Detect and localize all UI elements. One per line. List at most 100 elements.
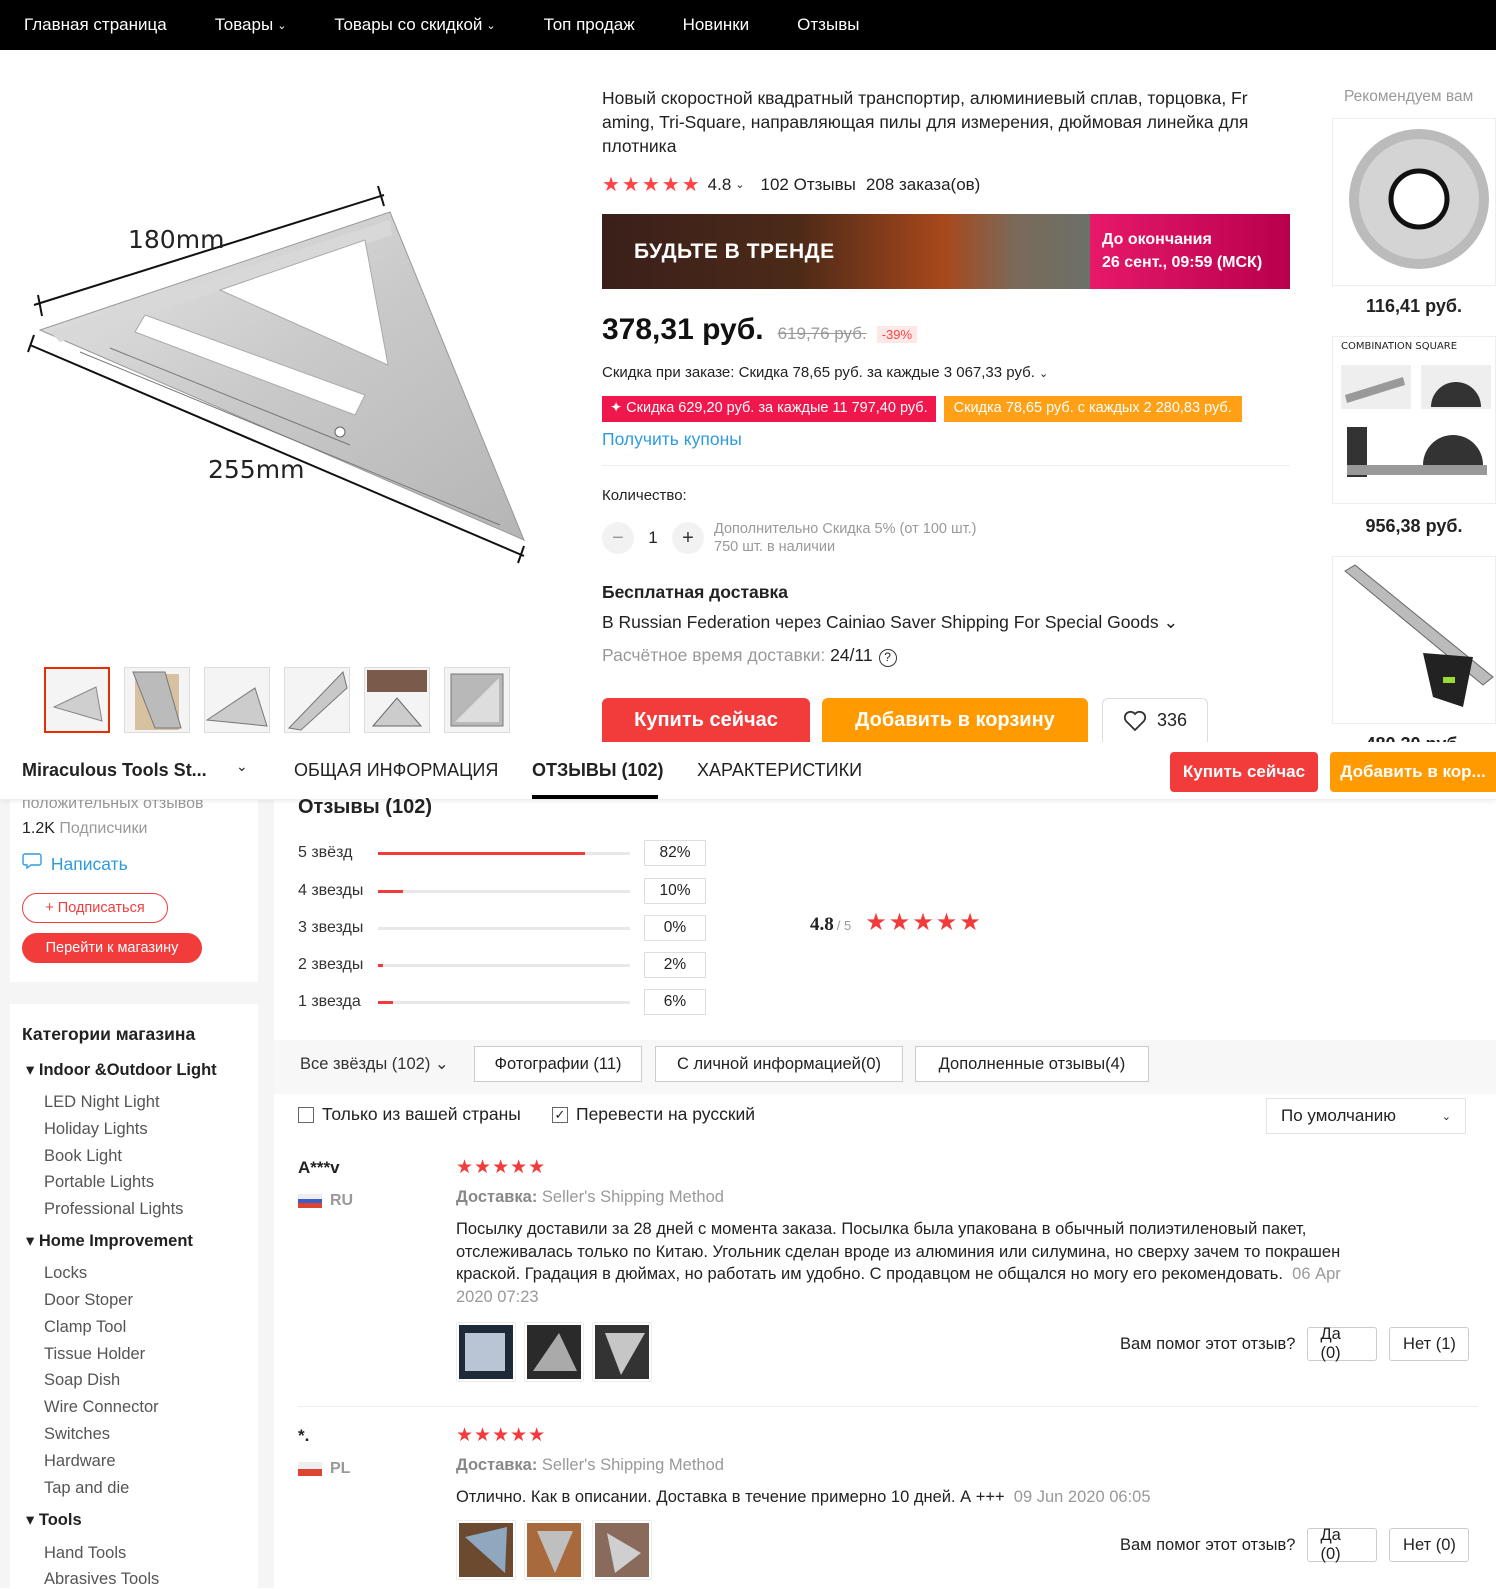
chevron-down-icon[interactable]: ⌄ (236, 758, 248, 775)
subscribe-button[interactable]: + Подписаться (22, 893, 168, 923)
store-name[interactable]: Miraculous Tools St... (22, 760, 207, 781)
distribution-fill (378, 1000, 394, 1004)
wishlist-button[interactable]: 336 (1102, 698, 1208, 742)
rating-row: ★★★★★ 4.8 ⌄ 102 Отзывы 208 заказа(ов) (602, 172, 980, 197)
svg-text:COMBINATION SQUARE: COMBINATION SQUARE (1341, 341, 1457, 352)
distribution-percent: 82% (644, 840, 706, 866)
tab-overview[interactable]: ОБЩАЯ ИНФОРМАЦИЯ (294, 760, 498, 781)
rating-value[interactable]: 4.8 (708, 175, 732, 195)
helpful-yes-button[interactable]: Да (0) (1307, 1526, 1378, 1563)
help-icon[interactable]: ? (878, 649, 897, 667)
category-item[interactable]: Clamp Tool (44, 1318, 126, 1337)
product-main-image[interactable]: 180mm 255mm (20, 120, 560, 640)
review-text: Посылку доставили за 28 дней с момента з… (456, 1220, 1341, 1306)
distribution-bar (378, 926, 630, 930)
review-photo[interactable] (456, 1322, 516, 1382)
reviewer-country: RU (298, 1192, 353, 1210)
sort-select[interactable]: По умолчанию ⌄ (1266, 1098, 1466, 1134)
category-group[interactable]: ▾ Tools (26, 1510, 82, 1530)
divider (602, 465, 1290, 466)
nav-top-sales[interactable]: Топ продаж (544, 15, 635, 35)
thumbnail[interactable] (284, 667, 350, 733)
review-photo[interactable] (592, 1322, 652, 1382)
category-item[interactable]: Tissue Holder (44, 1345, 145, 1364)
review-photo[interactable] (524, 1322, 584, 1382)
star-filter-dropdown[interactable]: Все звёзды (102) ⌄ (300, 1054, 449, 1074)
minus-button[interactable]: − (602, 522, 634, 554)
category-item[interactable]: Hardware (44, 1452, 116, 1471)
write-link[interactable]: Написать (22, 852, 128, 875)
thumbnail[interactable] (364, 667, 430, 733)
go-to-store-button[interactable]: Перейти к магазину (22, 933, 202, 963)
tab-specs[interactable]: ХАРАКТЕРИСТИКИ (697, 760, 862, 781)
thumbnail[interactable] (124, 667, 190, 733)
review-photo[interactable] (456, 1520, 516, 1580)
only-country-checkbox[interactable]: Только из вашей страны (298, 1104, 521, 1125)
filter-photos[interactable]: Фотографии (11) (474, 1046, 642, 1082)
rating-stars: ★★★★★ (602, 174, 702, 196)
distribution-fill (378, 851, 585, 855)
filter-additional[interactable]: Дополненные отзывы(4) (915, 1046, 1149, 1082)
review-date: 09 Jun 2020 06:05 (1013, 1488, 1151, 1506)
nav-products[interactable]: Товары ⌄ (215, 15, 287, 35)
category-item[interactable]: Wire Connector (44, 1398, 159, 1417)
discount-badge: -39% (876, 326, 918, 343)
helpful-yes-button[interactable]: Да (0) (1307, 1325, 1378, 1362)
review-text: Отлично. Как в описании. Доставка в тече… (456, 1488, 1151, 1506)
category-item[interactable]: Portable Lights (44, 1173, 154, 1192)
get-coupons-link[interactable]: Получить купоны (602, 429, 742, 450)
chevron-down-icon: ⌄ (486, 19, 496, 32)
tab-reviews[interactable]: ОТЗЫВЫ (102) (532, 760, 664, 781)
category-item[interactable]: Book Light (44, 1147, 122, 1166)
wishlist-count: 336 (1156, 710, 1188, 730)
category-item[interactable]: Professional Lights (44, 1200, 183, 1219)
category-item[interactable]: Switches (44, 1425, 110, 1444)
nav-home[interactable]: Главная страница (24, 15, 167, 35)
category-group[interactable]: ▾ Home Improvement (26, 1231, 193, 1251)
reviews-link[interactable]: 102 Отзывы (761, 175, 856, 195)
category-item[interactable]: Abrasives Tools (44, 1570, 159, 1589)
category-item[interactable]: Door Stoper (44, 1291, 133, 1310)
thumbnail[interactable] (204, 667, 270, 733)
distribution-bar (378, 889, 630, 893)
recommend-item[interactable]: COMBINATION SQUARE (1332, 336, 1496, 504)
nav-new[interactable]: Новинки (683, 15, 750, 35)
countdown-label: До окончания (1102, 231, 1212, 248)
thumbnail[interactable] (44, 667, 110, 733)
recommend-item[interactable] (1332, 556, 1496, 724)
plus-button[interactable]: + (672, 522, 704, 554)
recommend-title: Рекомендуем вам (1344, 88, 1474, 105)
distribution-fill (378, 889, 404, 893)
review-photo[interactable] (592, 1520, 652, 1580)
category-item[interactable]: Holiday Lights (44, 1120, 148, 1139)
category-item[interactable]: Soap Dish (44, 1371, 120, 1390)
recommend-item[interactable] (1332, 118, 1496, 286)
filter-personal-info[interactable]: С личной информацией(0) (655, 1046, 903, 1082)
quantity-input[interactable]: 1 (634, 528, 672, 548)
nav-discounts[interactable]: Товары со скидкой ⌄ (334, 15, 495, 35)
category-item[interactable]: Hand Tools (44, 1544, 126, 1563)
shipping-method[interactable]: В Russian Federation через Cainiao Saver… (602, 612, 1178, 633)
subscribers: 1.2K Подписчики (22, 820, 148, 837)
buy-now-button[interactable]: Купить сейчас (1170, 752, 1318, 792)
helpful-no-button[interactable]: Нет (1) (1389, 1327, 1470, 1361)
checkbox-checked-icon: ✓ (552, 1106, 568, 1123)
reviews-heading: Отзывы (102) (298, 796, 432, 818)
add-to-cart-button[interactable]: Добавить в кор... (1330, 752, 1496, 792)
buy-now-button[interactable]: Купить сейчас (602, 698, 810, 742)
order-discount[interactable]: Скидка при заказе: Скидка 78,65 руб. за … (602, 364, 1048, 381)
review-photo[interactable] (524, 1520, 584, 1580)
category-item[interactable]: Locks (44, 1264, 87, 1283)
chevron-down-icon: ⌄ (1039, 368, 1049, 380)
translate-checkbox[interactable]: ✓ Перевести на русский (552, 1104, 755, 1125)
chevron-down-icon: ⌄ (735, 179, 745, 191)
thumbnail[interactable] (444, 667, 510, 733)
category-group[interactable]: ▾ Indoor &Outdoor Light (26, 1060, 217, 1080)
helpful-no-button[interactable]: Нет (0) (1389, 1528, 1470, 1562)
category-item[interactable]: Tap and die (44, 1479, 129, 1498)
countdown-time: 26 сент., 09:59 (МСК) (1102, 254, 1263, 271)
add-to-cart-button[interactable]: Добавить в корзину (822, 698, 1088, 742)
nav-reviews[interactable]: Отзывы (797, 15, 859, 35)
category-item[interactable]: LED Night Light (44, 1093, 160, 1112)
reviewer-country: PL (298, 1460, 350, 1478)
